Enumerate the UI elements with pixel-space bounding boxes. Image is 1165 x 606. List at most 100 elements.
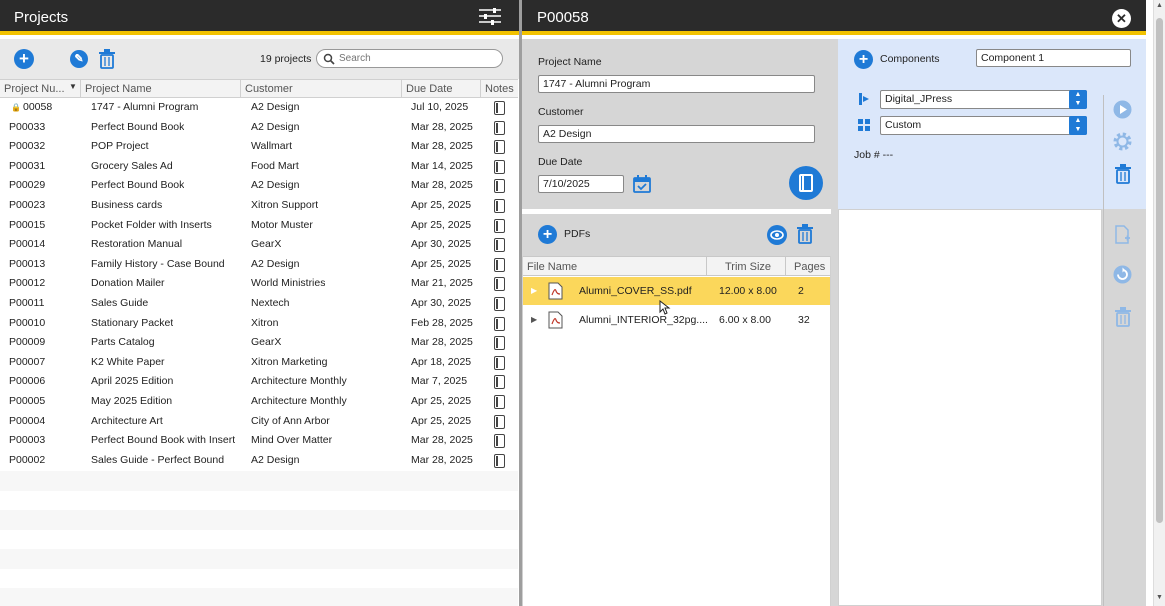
cell-due-date: Mar 28, 2025 [411, 453, 473, 466]
customer-field[interactable]: A2 Design [538, 125, 815, 143]
notes-icon[interactable] [494, 453, 505, 468]
table-row[interactable]: P00006 April 2025 Edition Architecture Mon… [0, 372, 518, 392]
notes-icon[interactable] [494, 395, 505, 409]
notes-icon[interactable] [494, 297, 505, 311]
close-icon[interactable]: ✕ [1112, 9, 1131, 28]
table-row[interactable]: P00003 Perfect Bound Book with Insert Mind… [0, 431, 518, 451]
pdf-row[interactable]: ▶ Alumni_INTERIOR_32pg.... 6.00 x 8.00 3… [523, 306, 830, 334]
layout-select[interactable]: Custom ▲ ▼ [880, 116, 1087, 135]
notes-icon[interactable] [494, 120, 505, 135]
table-row[interactable]: P00011 Sales Guide Nextech Apr 30, 2025 [0, 294, 518, 314]
scroll-down-icon[interactable]: ▼ [1156, 594, 1163, 601]
expand-arrow-icon[interactable]: ▶ [531, 277, 537, 305]
add-project-button[interactable]: + [14, 49, 34, 69]
col-file-name[interactable]: File Name [527, 261, 577, 273]
cell-project-number: P00012 [9, 277, 46, 290]
due-date-field[interactable]: 7/10/2025 [538, 175, 624, 193]
cell-project-name: Restoration Manual [91, 238, 183, 251]
window-scrollbar[interactable]: ▲ ▼ [1153, 0, 1165, 606]
cell-project-name: Perfect Bound Book [91, 179, 185, 192]
table-row[interactable]: P00032 POP Project Wallmart Mar 28, 2025 [0, 137, 518, 157]
pdf-row[interactable]: ▶ Alumni_COVER_SS.pdf 12.00 x 8.00 2 [523, 277, 830, 315]
table-row[interactable]: 🔒 00058 1747 - Alumni Program A2 Design Jul … [0, 98, 518, 118]
process-select[interactable]: Digital_JPress ▲ ▼ [880, 90, 1087, 109]
delete-pdf-icon[interactable] [796, 224, 814, 244]
table-row[interactable]: P00013 Family History - Case Bound A2 Desi… [0, 255, 518, 275]
table-row[interactable]: P00014 Restoration Manual GearX Apr 30, 202… [0, 235, 518, 255]
cell-project-name: May 2025 Edition [91, 395, 173, 407]
add-pdf-button[interactable]: + [538, 225, 557, 244]
scroll-up-icon[interactable]: ▲ [1156, 2, 1163, 9]
cell-customer: Nextech [251, 297, 290, 309]
table-row[interactable]: P00007 K2 White Paper Xitron Marketing Apr … [0, 353, 518, 373]
col-project-name[interactable]: Project Name [81, 80, 241, 98]
notes-icon[interactable] [494, 140, 505, 155]
table-row[interactable]: P00031 Grocery Sales Ad Food Mart Mar 14, 2… [0, 157, 518, 177]
notes-icon[interactable] [494, 199, 505, 213]
table-row[interactable]: P00033 Perfect Bound Book A2 Design Mar 28,… [0, 118, 518, 138]
col-notes[interactable]: Notes [481, 80, 518, 98]
cell-project-number: P00023 [9, 199, 46, 211]
cell-customer: Xitron [251, 316, 279, 329]
pdf-name: Alumni_COVER_SS.pdf [579, 285, 692, 297]
table-row[interactable]: P00023 Business cards Xitron Support Apr 25… [0, 196, 518, 216]
select-arrows-icon[interactable]: ▲ ▼ [1069, 116, 1087, 135]
scrollbar-thumb[interactable] [1156, 18, 1163, 523]
table-row[interactable]: P00005 May 2025 Edition Architecture Month… [0, 392, 518, 412]
table-row[interactable]: P00002 Sales Guide - Perfect Bound A2 Desi… [0, 451, 518, 471]
cell-project-number: P00014 [9, 238, 46, 251]
cell-due-date: Apr 25, 2025 [411, 257, 472, 270]
search-box[interactable] [316, 49, 503, 68]
notes-icon[interactable] [494, 238, 505, 253]
table-row[interactable]: P00009 Parts Catalog GearX Mar 28, 2025 [0, 333, 518, 353]
add-component-button[interactable]: + [854, 50, 873, 69]
edit-icon[interactable]: ✎ [70, 50, 88, 68]
col-sep [706, 257, 707, 276]
search-input[interactable] [339, 52, 497, 65]
expand-arrow-icon[interactable]: ▶ [531, 306, 537, 334]
table-row[interactable]: P00029 Perfect Bound Book A2 Design Mar 28,… [0, 176, 518, 196]
col-pages[interactable]: Pages [794, 261, 825, 273]
cell-project-number: P00032 [9, 140, 46, 153]
delete-icon[interactable] [98, 49, 116, 69]
notes-icon[interactable] [494, 218, 505, 233]
play-icon[interactable] [1113, 100, 1132, 119]
notes-icon[interactable] [494, 336, 505, 351]
notes-icon[interactable] [494, 159, 505, 174]
project-count: 19 projects [260, 53, 312, 65]
component-name-field[interactable]: Component 1 [976, 49, 1131, 67]
notes-icon[interactable] [494, 375, 505, 390]
notes-icon[interactable] [494, 257, 505, 272]
pdf-trim: 12.00 x 8.00 [719, 285, 777, 297]
table-row[interactable]: P00004 Architecture Art City of Ann Arbor A… [0, 412, 518, 432]
select-arrows-icon[interactable]: ▲ ▼ [1069, 90, 1087, 109]
notes-icon[interactable] [494, 355, 505, 370]
notes-icon[interactable] [494, 179, 505, 194]
notes-button[interactable] [789, 166, 823, 200]
empty-row [0, 471, 518, 491]
sort-desc-icon[interactable]: ▼ [69, 82, 77, 91]
notes-icon[interactable] [494, 434, 505, 449]
col-customer[interactable]: Customer [241, 80, 402, 98]
col-trim-size[interactable]: Trim Size [725, 261, 771, 273]
cell-project-name: Perfect Bound Book with Insert [91, 434, 236, 447]
filter-settings-icon[interactable] [478, 6, 502, 26]
notes-icon[interactable] [494, 101, 505, 115]
cell-project-name: Stationary Packet [91, 316, 174, 329]
project-name-field[interactable]: 1747 - Alumni Program [538, 75, 815, 93]
search-icon [323, 53, 335, 65]
refresh-icon[interactable] [1113, 265, 1132, 284]
gear-icon[interactable] [1113, 132, 1132, 151]
col-due-date[interactable]: Due Date [402, 80, 481, 98]
delete-component-icon[interactable] [1114, 164, 1132, 184]
notes-icon[interactable] [494, 316, 505, 331]
add-page-icon[interactable] [1114, 225, 1131, 245]
table-row[interactable]: P00012 Donation Mailer World Ministries Mar… [0, 274, 518, 294]
notes-icon[interactable] [494, 277, 505, 292]
calendar-icon[interactable] [633, 175, 651, 193]
table-row[interactable]: P00010 Stationary Packet Xitron Feb 28, 202… [0, 314, 518, 334]
preview-eye-icon[interactable] [767, 225, 787, 245]
notes-icon[interactable] [494, 414, 505, 429]
table-row[interactable]: P00015 Pocket Folder with Inserts Motor Mu… [0, 216, 518, 236]
delete-page-icon[interactable] [1114, 307, 1132, 327]
